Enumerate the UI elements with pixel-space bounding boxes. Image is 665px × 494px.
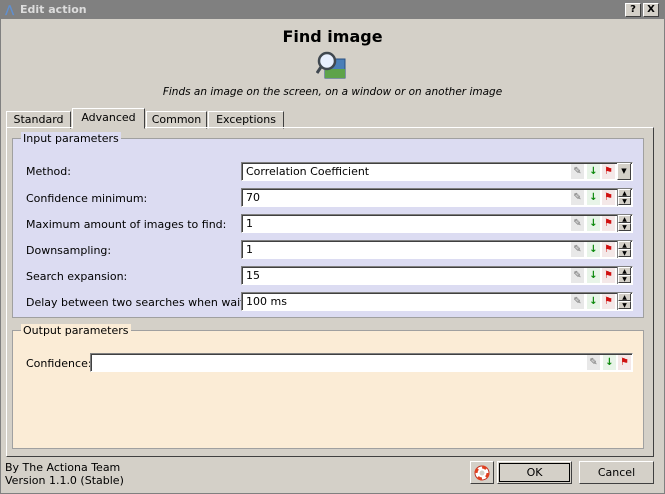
- help-lifebuoy-button[interactable]: [470, 461, 494, 484]
- edit-pencil-icon[interactable]: ✎: [571, 242, 584, 257]
- cancel-button[interactable]: Cancel: [579, 461, 654, 484]
- stepper-up-icon[interactable]: ▲: [618, 241, 631, 249]
- variable-arrow-icon[interactable]: ↓: [587, 164, 600, 179]
- output-parameters-group: Output parameters: [12, 324, 644, 449]
- variable-arrow-icon[interactable]: ↓: [603, 355, 616, 370]
- chevron-down-icon[interactable]: ▼: [617, 163, 631, 180]
- downsampling-stepper[interactable]: ▲ ▼: [617, 241, 631, 258]
- edit-pencil-icon[interactable]: ✎: [571, 216, 584, 231]
- edit-pencil-icon[interactable]: ✎: [571, 190, 584, 205]
- footer-credits: By The Actiona Team Version 1.1.0 (Stabl…: [5, 461, 124, 487]
- variable-arrow-icon[interactable]: ↓: [587, 216, 600, 231]
- input-parameters-title: Input parameters: [21, 132, 121, 145]
- max-images-stepper[interactable]: ▲ ▼: [617, 215, 631, 232]
- flag-icon[interactable]: ⚑: [602, 164, 615, 179]
- flag-icon[interactable]: ⚑: [602, 268, 615, 283]
- edit-pencil-icon[interactable]: ✎: [571, 294, 584, 309]
- search-expansion-stepper[interactable]: ▲ ▼: [617, 267, 631, 284]
- stepper-up-icon[interactable]: ▲: [618, 267, 631, 275]
- close-button[interactable]: X: [643, 3, 659, 17]
- flag-icon[interactable]: ⚑: [602, 294, 615, 309]
- edit-pencil-icon[interactable]: ✎: [571, 268, 584, 283]
- search-expansion-label: Search expansion:: [26, 270, 128, 283]
- magnifier-on-image-icon: [316, 51, 346, 79]
- search-delay-label: Delay between two searches when waiting:: [26, 296, 266, 309]
- variable-arrow-icon[interactable]: ↓: [587, 190, 600, 205]
- credit-text: By The Actiona Team: [5, 461, 121, 474]
- stepper-down-icon[interactable]: ▼: [618, 223, 631, 231]
- ok-button[interactable]: OK: [497, 461, 572, 484]
- stepper-up-icon[interactable]: ▲: [618, 189, 631, 197]
- stepper-down-icon[interactable]: ▼: [618, 301, 631, 309]
- stepper-down-icon[interactable]: ▼: [618, 275, 631, 283]
- tab-advanced[interactable]: Advanced: [72, 108, 145, 129]
- edit-pencil-icon[interactable]: ✎: [571, 164, 584, 179]
- window-title: Edit action: [20, 3, 87, 16]
- edit-pencil-icon[interactable]: ✎: [587, 355, 600, 370]
- flag-icon[interactable]: ⚑: [602, 216, 615, 231]
- max-images-label: Maximum amount of images to find:: [26, 218, 227, 231]
- lifebuoy-icon: [474, 465, 490, 481]
- title-bar[interactable]: ⋀ Edit action ? X: [1, 1, 664, 19]
- action-description: Finds an image on the screen, on a windo…: [162, 86, 503, 98]
- output-parameters-title: Output parameters: [21, 324, 131, 337]
- flag-icon[interactable]: ⚑: [618, 355, 631, 370]
- variable-arrow-icon[interactable]: ↓: [587, 268, 600, 283]
- variable-arrow-icon[interactable]: ↓: [587, 242, 600, 257]
- stepper-up-icon[interactable]: ▲: [618, 293, 631, 301]
- method-label: Method:: [26, 165, 71, 178]
- confidence-minimum-stepper[interactable]: ▲ ▼: [617, 189, 631, 206]
- version-text: Version 1.1.0 (Stable): [5, 474, 124, 487]
- stepper-down-icon[interactable]: ▼: [618, 249, 631, 257]
- flag-icon[interactable]: ⚑: [602, 190, 615, 205]
- actiona-app-icon: ⋀: [5, 3, 15, 16]
- flag-icon[interactable]: ⚑: [602, 242, 615, 257]
- confidence-minimum-label: Confidence minimum:: [26, 192, 148, 205]
- edit-action-dialog: ⋀ Edit action ? X Find image Finds an im…: [0, 0, 665, 494]
- variable-arrow-icon[interactable]: ↓: [587, 294, 600, 309]
- stepper-down-icon[interactable]: ▼: [618, 197, 631, 205]
- stepper-up-icon[interactable]: ▲: [618, 215, 631, 223]
- action-title: Find image: [282, 27, 383, 46]
- confidence-output-field[interactable]: [90, 353, 633, 372]
- downsampling-label: Downsampling:: [26, 244, 112, 257]
- confidence-output-label: Confidence:: [26, 357, 92, 370]
- help-button[interactable]: ?: [625, 3, 641, 17]
- search-delay-stepper[interactable]: ▲ ▼: [617, 293, 631, 310]
